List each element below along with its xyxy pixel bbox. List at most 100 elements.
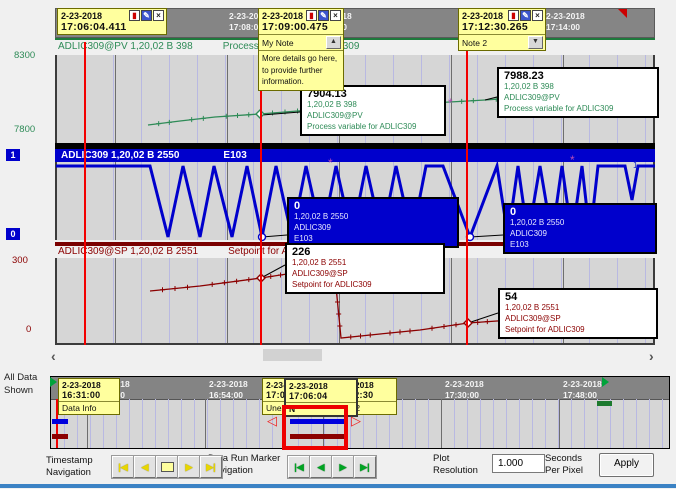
gridline-minor: [225, 162, 226, 240]
apply-button[interactable]: Apply: [599, 453, 654, 477]
gridline-minor: [113, 162, 114, 240]
gridline-minor: [428, 399, 429, 448]
all-data-shown-label: All Data Shown: [4, 372, 38, 396]
gridline-minor: [113, 55, 114, 143]
gridline-minor: [662, 399, 663, 448]
note-time: 17:06:04: [289, 391, 328, 401]
view-range-right-arrow-icon[interactable]: ▷: [351, 414, 361, 427]
callout-line: 1,20,02 B 2550: [294, 212, 349, 221]
value-callout: 226 1,20,02 B 2551 ADLIC309@SP Setpoint for…: [285, 243, 445, 295]
gridline-minor: [281, 162, 282, 240]
gridline-minor: [225, 258, 226, 343]
time-cursor-0[interactable]: [84, 42, 86, 345]
gridline-minor: [477, 55, 478, 143]
scroll-left-icon[interactable]: ‹: [51, 349, 56, 363]
gridline-major: [451, 55, 452, 143]
value-callout: 0 1,20,02 B 2550 ADLIC309 E103: [287, 197, 459, 249]
callout-value: 226: [292, 246, 311, 258]
next-icon: ▶: [339, 461, 347, 472]
gridline-minor: [477, 162, 478, 240]
gridline-major: [115, 162, 116, 240]
gridline-minor: [477, 258, 478, 343]
gridline-minor: [169, 258, 170, 343]
datarun-nav-last-button[interactable]: ▶|: [354, 456, 376, 478]
gridline-minor: [281, 258, 282, 343]
note-date: 2-23-2018 ▮ ✎ ×: [58, 9, 166, 21]
callout-line: Process variable for ADLIC309: [504, 103, 614, 113]
close-icon[interactable]: ×: [532, 10, 543, 21]
gridline-minor: [402, 399, 403, 448]
gridline-minor: [545, 399, 546, 448]
view-range-left-arrow-icon[interactable]: ◁: [267, 414, 277, 427]
close-icon[interactable]: ×: [330, 10, 341, 21]
datarun-nav-next-button[interactable]: ▶: [332, 456, 354, 478]
gridline-minor: [246, 399, 247, 448]
gridline-minor: [169, 55, 170, 143]
callout-value: 0: [294, 200, 301, 212]
callout-line: ADLIC309: [510, 228, 547, 238]
pin-icon[interactable]: ▮: [508, 10, 519, 21]
pin-icon[interactable]: ▮: [306, 10, 317, 21]
note-tooltip[interactable]: 2-23-2018 ▮ ✎ × 17:06:04.411: [57, 8, 167, 35]
gridline-minor: [610, 399, 611, 448]
edge-value-bin: 1: [633, 160, 639, 170]
gridline-minor: [649, 399, 650, 448]
note-time: 17:12:30.265: [462, 21, 529, 33]
callout-line: ADLIC309@PV: [504, 92, 560, 102]
close-icon[interactable]: ×: [153, 10, 164, 21]
datarun-nav-prev-button[interactable]: ◀: [310, 456, 332, 478]
edit-icon[interactable]: ✎: [318, 10, 329, 21]
note-title: Data Info: [62, 403, 97, 413]
timestamp-nav-first-button[interactable]: |◀: [112, 456, 134, 478]
edit-icon[interactable]: ✎: [520, 10, 531, 21]
note-tooltip[interactable]: 2-23-2018 ▮ ✎ × 17:12:30.265 Note 2 ▼: [458, 8, 546, 51]
timestamp-nav-prev-button[interactable]: ◀: [134, 456, 156, 478]
note-tooltip[interactable]: 2-23-2018 16:31:00 Data Info: [58, 378, 120, 415]
red-flag-marker-icon: [618, 9, 627, 18]
gridline-minor: [225, 55, 226, 143]
gridline-major: [115, 258, 116, 343]
datarun-nav-first-button[interactable]: |◀: [288, 456, 310, 478]
pin-icon[interactable]: ▮: [129, 10, 140, 21]
window-bottom-border: [0, 484, 676, 488]
timeline-tick-label: 2-23-2018 17:14:00: [546, 11, 585, 33]
scrollbar-thumb[interactable]: [263, 349, 322, 361]
seconds-per-pixel-label: Seconds Per Pixel: [545, 453, 584, 477]
note-time: 16:31:00: [62, 390, 101, 400]
note-time: 17:09:00.475: [262, 21, 329, 33]
axis-sp-top: 300: [12, 255, 28, 266]
value-callout: 7904.13 1,20,02 B 398 ADLIC309@PV Process v…: [300, 85, 446, 137]
plot-resolution-input[interactable]: [492, 454, 545, 473]
note-expand-button[interactable]: ▲: [326, 36, 341, 49]
callout-line: 1,20,02 B 398: [307, 100, 357, 109]
note-date: 2-23-2018 ▮ ✎ ×: [459, 9, 545, 21]
note-tooltip[interactable]: 2-23-2018 ▮ ✎ × 17:09:00.475 My Note ▲ More det…: [258, 8, 344, 91]
gridline-minor: [415, 399, 416, 448]
gridline-minor: [155, 399, 156, 448]
timestamp-nav-next-button[interactable]: ▶: [178, 456, 200, 478]
overview-end-marker-icon: [602, 377, 609, 387]
next-icon: ▶: [185, 461, 193, 472]
view-range-rectangle[interactable]: [282, 405, 348, 450]
timestamp-nav-last-button[interactable]: ▶|: [200, 456, 222, 478]
gridline-minor: [454, 399, 455, 448]
gridline-minor: [467, 399, 468, 448]
gridline-minor: [597, 399, 598, 448]
scroll-right-icon[interactable]: ›: [649, 349, 654, 363]
gridline-minor: [141, 162, 142, 240]
gridline-minor: [636, 399, 637, 448]
gridline-minor: [197, 162, 198, 240]
axis-bin-top: 1: [6, 149, 20, 161]
note-expand-button[interactable]: ▼: [528, 36, 543, 49]
gridline-minor: [197, 55, 198, 143]
gridline-minor: [207, 399, 208, 448]
gridline-minor: [532, 399, 533, 448]
callout-line: Setpoint for ADLIC309: [505, 324, 585, 334]
timestamp-nav-note-button[interactable]: [156, 456, 178, 478]
gridline-major: [115, 55, 116, 143]
time-cursor-2[interactable]: [466, 42, 468, 345]
edit-icon[interactable]: ✎: [141, 10, 152, 21]
gridline-minor: [480, 399, 481, 448]
last-icon: ▶|: [360, 461, 370, 472]
axis-bin-bottom: 0: [6, 228, 20, 240]
